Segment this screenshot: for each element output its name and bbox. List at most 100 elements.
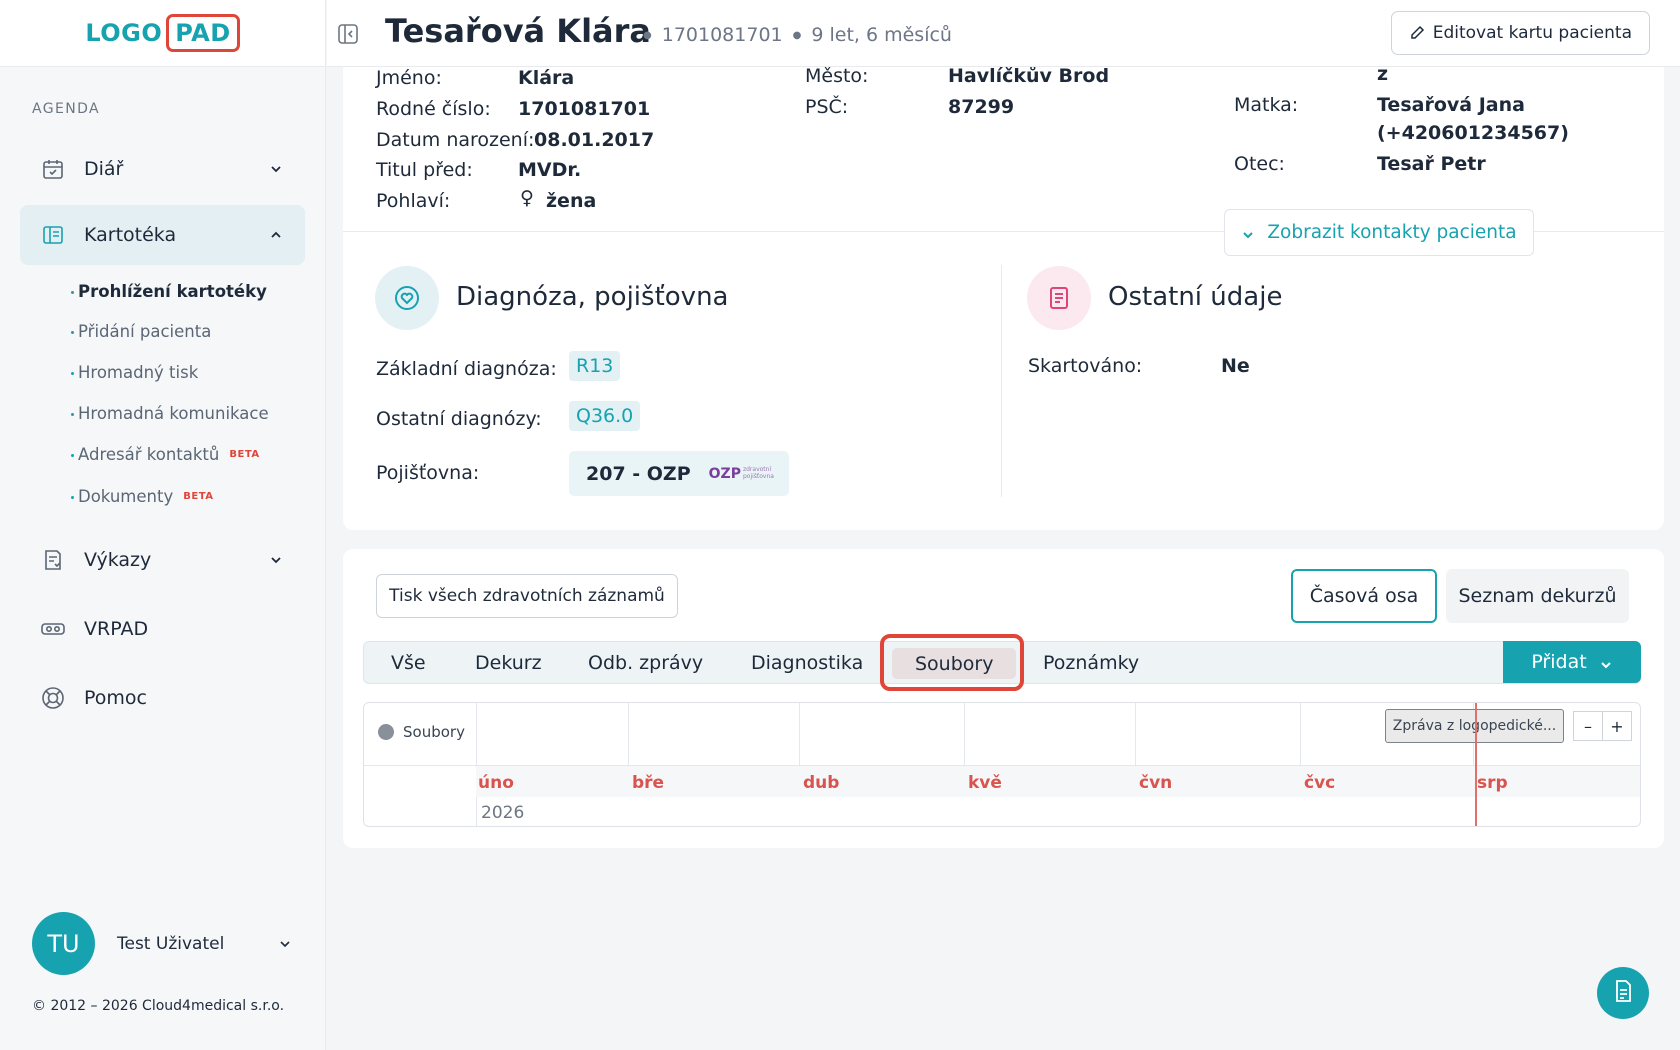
sidebar-subitem-prohlizeni[interactable]: Prohlížení kartotéky [71,282,267,301]
sidebar-item-kartoteka[interactable]: Kartotéka [20,205,305,265]
chevron-down-icon [269,552,283,566]
insurance-value-box: 207 - OZP OZP zdravotní pojišťovna [569,451,789,496]
sidebar-subitem-hromadny-tisk[interactable]: Hromadný tisk [70,363,198,382]
logo-part-1: LOGO [85,19,163,47]
dob-value: 08.01.2017 [534,129,655,151]
gender-label: Pohlaví: [376,190,451,212]
other-diagnoses-label: Ostatní diagnózy: [376,408,542,430]
gender-value: žena [546,190,597,212]
sidebar-item-label: Diář [84,158,124,180]
birth-number-value: 1701081701 [518,98,651,120]
sidebar: LOGO PAD AGENDA Diář Kartotéka Prohlížen… [0,0,326,1050]
month-label: úno [478,773,514,793]
sidebar-subitem-dokumenty[interactable]: Dokumenty BETA [70,487,213,506]
tab-poznamky[interactable]: Poznámky [1043,642,1139,683]
main-diagnosis-chip[interactable]: R13 [569,351,621,381]
diagnosis-title: Diagnóza, pojišťovna [456,282,729,312]
first-name-value: Klára [518,67,575,89]
month-label: srp [1477,773,1508,793]
title-value: MVDr. [518,159,582,181]
other-info-title: Ostatní údaje [1108,282,1283,312]
sidebar-collapse-icon[interactable] [337,23,359,45]
zoom-out-button[interactable]: – [1573,711,1603,741]
dob-label: Datum narození: [376,129,535,151]
separator-dot: ● [792,29,802,41]
lifebuoy-icon [41,686,65,710]
heart-circle-icon [375,266,439,330]
user-menu[interactable]: TU Test Uživatel [32,912,292,975]
page-header: Tesařová Klára ● 1701081701 ● 9 let, 6 m… [327,0,1680,67]
document-fab-button[interactable] [1597,967,1649,1019]
sidebar-item-diar[interactable]: Diář [20,139,305,199]
chevron-down-icon [1241,226,1255,240]
female-icon: ♀ [520,187,534,209]
timeline-gridline [1300,703,1301,765]
show-contacts-button[interactable]: Zobrazit kontakty pacienta [1224,209,1534,256]
user-name: Test Uživatel [117,933,225,954]
document-icon [1027,266,1091,330]
card-file-icon [41,223,65,247]
print-all-records-button[interactable]: Tisk všech zdravotních záznamů [376,574,678,618]
zoom-in-button[interactable]: + [1602,711,1632,741]
patient-meta: ● 1701081701 ● 9 let, 6 měsíců [633,24,952,46]
add-button[interactable]: Přidat [1503,641,1641,683]
zip-label: PSČ: [805,96,849,118]
sidebar-item-vykazy[interactable]: Výkazy [20,530,305,590]
logo[interactable]: LOGO PAD [85,14,240,52]
sidebar-subitem-pridani[interactable]: Přidání pacienta [70,322,211,341]
column-divider [1001,265,1002,497]
tab-dekurz[interactable]: Dekurz [475,642,542,683]
insurance-label: Pojišťovna: [376,462,480,484]
vr-headset-icon [41,617,65,641]
sidebar-subitem-hromadna-komunikace[interactable]: Hromadná komunikace [71,404,269,423]
shredded-value: Ne [1221,355,1250,377]
tab-diagnostika[interactable]: Diagnostika [751,642,863,683]
group-dot-icon [378,724,394,740]
pencil-icon [1409,25,1425,41]
calendar-icon [41,157,65,181]
timeline[interactable]: Soubory úno bře dub kvě čvn čvc srp 2026… [363,702,1641,827]
sidebar-item-vrpad[interactable]: VRPAD [20,599,305,659]
chevron-up-icon [269,227,283,241]
city-label: Město: [805,65,869,87]
zip-value: 87299 [948,96,1015,118]
agenda-heading: AGENDA [32,101,101,117]
sidebar-item-pomoc[interactable]: Pomoc [20,668,305,728]
month-label: čvc [1304,773,1336,793]
edit-patient-card-button[interactable]: Editovat kartu pacienta [1390,11,1650,55]
month-label: dub [803,773,840,793]
document-icon [1611,979,1635,1007]
timeline-gridline [628,703,629,765]
ozp-logo: OZP zdravotní pojišťovna [708,465,774,482]
sidebar-item-label: Pomoc [84,687,147,709]
tab-vse[interactable]: Vše [391,642,426,683]
year-label: 2026 [481,803,525,823]
sidebar-subitem-label: Dokumenty [78,487,174,506]
main-diagnosis-label: Základní diagnóza: [376,358,557,380]
month-label: kvě [968,773,1002,793]
beta-badge: BETA [229,449,260,460]
edit-button-label: Editovat kartu pacienta [1432,23,1632,43]
chevron-down-icon [278,936,292,950]
other-diagnosis-chip[interactable]: Q36.0 [569,401,641,431]
timeline-gridline [964,703,965,765]
sidebar-item-label: VRPAD [84,618,149,640]
separator-dot: ● [643,29,652,41]
record-tabs: Vše Dekurz Odb. zprávy Diagnostika Soubo… [363,641,1641,684]
sidebar-item-label: Kartotéka [84,224,177,246]
report-icon [41,548,65,572]
sidebar-subitem-adresar[interactable]: Adresář kontaktů BETA [71,445,260,464]
decursus-list-button[interactable]: Seznam dekurzů [1446,569,1629,623]
logo-part-2: PAD [166,14,240,52]
tab-soubory[interactable]: Soubory [892,648,1017,679]
mother-phone: (+420601234567) [1377,122,1569,144]
first-name-label: Jméno: [376,67,442,89]
tab-odb-zpravy[interactable]: Odb. zprávy [588,642,703,683]
show-contacts-label: Zobrazit kontakty pacienta [1267,222,1517,243]
timeline-view-button[interactable]: Časová osa [1291,569,1437,623]
title-label: Titul před: [376,159,473,181]
current-date-marker [1475,703,1477,826]
timeline-gridline [1135,703,1136,765]
insurance-value: 207 - OZP [586,462,691,485]
timeline-gridline [799,703,800,765]
